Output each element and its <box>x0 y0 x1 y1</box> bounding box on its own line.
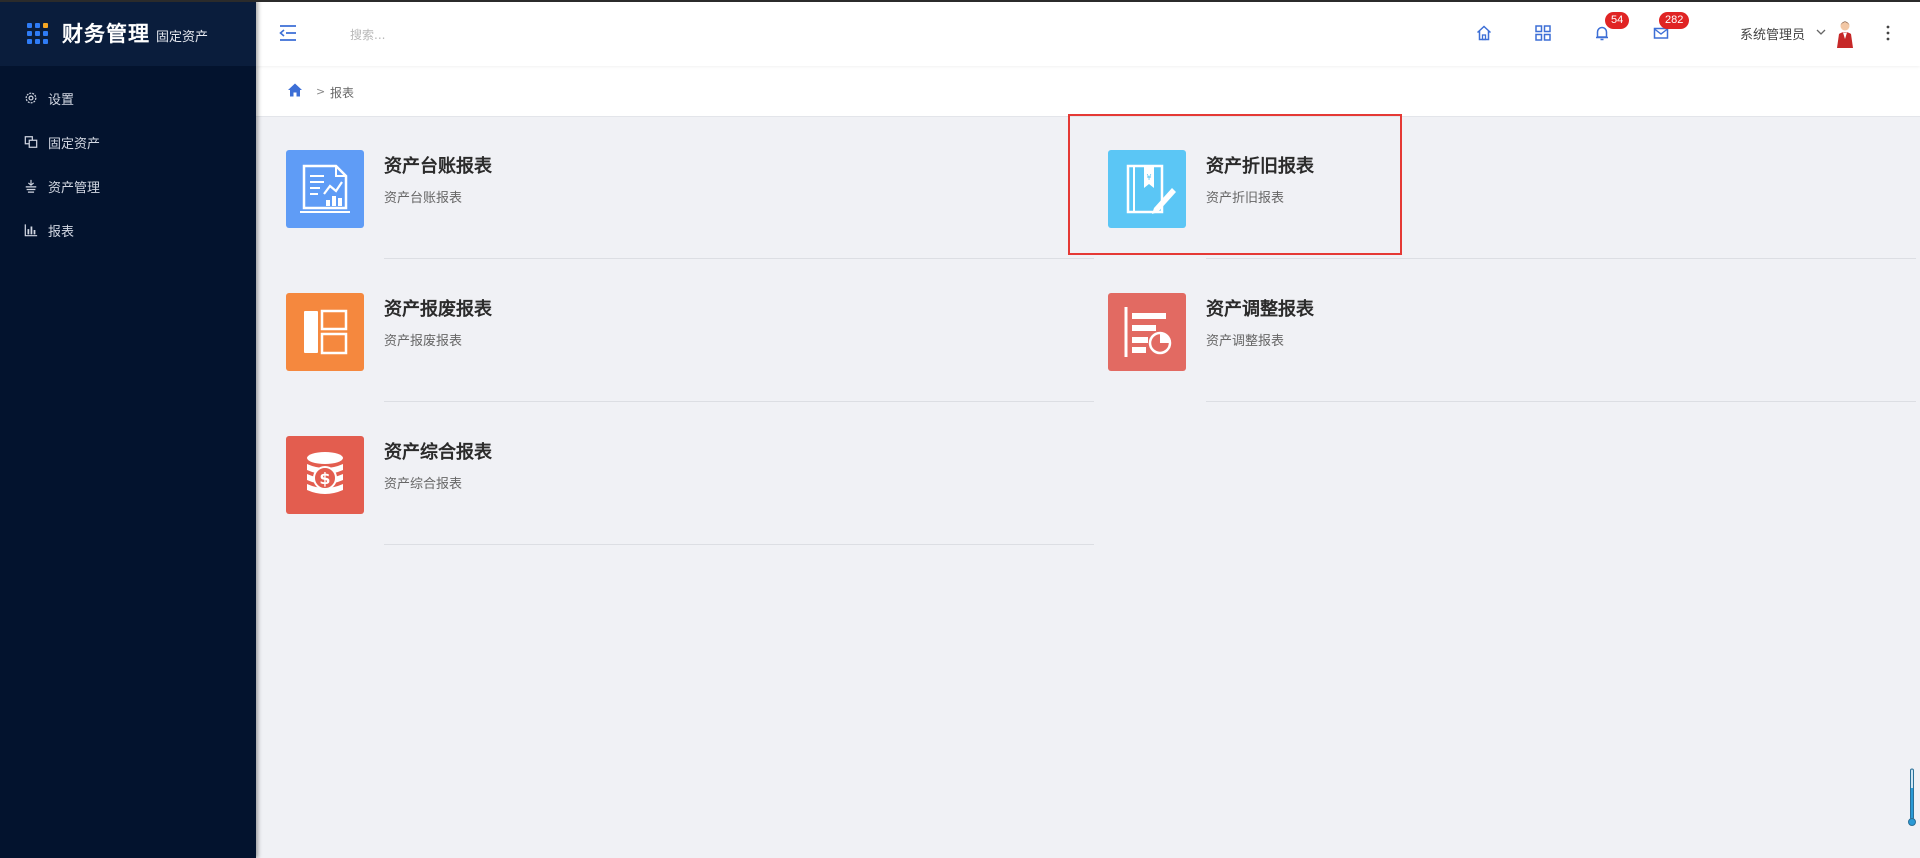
report-card-asset-comprehensive[interactable]: $ 资产综合报表 资产综合报表 <box>286 402 1094 545</box>
book-pen-icon: ¥ <box>1126 164 1176 214</box>
sidebar-item-asset-management[interactable]: 资产管理 <box>0 164 256 208</box>
bar-chart-icon <box>24 224 38 237</box>
app-subtitle: 固定资产 <box>156 29 209 45</box>
breadcrumb: > 报表 <box>256 66 1920 117</box>
report-title: 资产调整报表 <box>1206 299 1314 320</box>
sidebar-item-fixed-assets[interactable]: 固定资产 <box>0 120 256 164</box>
avatar[interactable] <box>1834 19 1856 49</box>
sidebar: 财务管理 固定资产 设置 固定资产 资产管理 报表 <box>0 0 256 858</box>
apps-grid-icon[interactable] <box>1534 24 1552 42</box>
app-title: 财务管理 <box>62 22 150 46</box>
report-icon-tile <box>286 293 364 371</box>
thermometer-icon <box>1908 768 1916 826</box>
messages-badge: 282 <box>1659 12 1690 29</box>
divider <box>1206 401 1916 402</box>
stack-icon <box>25 179 37 193</box>
sidebar-item-label: 设置 <box>48 92 75 108</box>
sidebar-item-label: 固定资产 <box>48 136 101 152</box>
menu-collapse-icon[interactable] <box>278 24 298 42</box>
assets-icon <box>24 136 38 148</box>
gear-icon <box>25 92 37 104</box>
user-menu[interactable]: 系统管理员 <box>1740 24 1805 43</box>
report-card-asset-adjustment[interactable]: 资产调整报表 资产调整报表 <box>1108 259 1916 402</box>
coin-stack-icon: $ <box>307 452 343 494</box>
divider <box>384 544 1094 545</box>
sidebar-item-reports[interactable]: 报表 <box>0 208 256 252</box>
breadcrumb-separator: > <box>316 85 326 98</box>
top-header: 54 282 系统管理员 <box>256 2 1920 66</box>
sidebar-item-label: 报表 <box>48 224 75 240</box>
top-edge-line <box>0 0 1920 2</box>
layout-panels-icon <box>304 309 348 355</box>
list-pie-icon <box>1124 307 1172 357</box>
brand[interactable]: 财务管理 固定资产 <box>0 0 256 66</box>
report-description: 资产折旧报表 <box>1206 191 1285 206</box>
grid-dots-icon <box>27 22 48 44</box>
report-title: 资产台账报表 <box>384 156 492 177</box>
report-description: 资产综合报表 <box>384 477 463 492</box>
chevron-down-icon[interactable] <box>1816 28 1826 36</box>
notifications-badge: 54 <box>1605 12 1630 29</box>
report-icon-tile <box>286 150 364 228</box>
home-icon[interactable] <box>1475 24 1493 42</box>
report-icon-tile <box>1108 293 1186 371</box>
home-icon[interactable] <box>287 82 303 98</box>
report-description: 资产报废报表 <box>384 334 463 349</box>
report-icon-tile: ¥ <box>1108 150 1186 228</box>
search-input[interactable] <box>348 22 652 48</box>
report-card-asset-depreciation[interactable]: ¥ 资产折旧报表 资产折旧报表 <box>1108 116 1916 259</box>
report-card-asset-scrap[interactable]: 资产报废报表 资产报废报表 <box>286 259 1094 402</box>
sidebar-item-label: 资产管理 <box>48 180 101 196</box>
breadcrumb-current: 报表 <box>330 86 355 100</box>
report-title: 资产折旧报表 <box>1206 156 1314 177</box>
svg-text:¥: ¥ <box>1146 173 1151 182</box>
ledger-chart-icon <box>300 164 350 213</box>
more-vertical-icon[interactable] <box>1882 24 1894 42</box>
sidebar-nav: 设置 固定资产 资产管理 报表 <box>0 76 256 252</box>
report-card-asset-ledger[interactable]: 资产台账报表 资产台账报表 <box>286 116 1094 259</box>
report-description: 资产台账报表 <box>384 191 463 206</box>
report-title: 资产综合报表 <box>384 442 492 463</box>
report-title: 资产报废报表 <box>384 299 492 320</box>
sidebar-item-settings[interactable]: 设置 <box>0 76 256 120</box>
report-icon-tile: $ <box>286 436 364 514</box>
report-description: 资产调整报表 <box>1206 334 1285 349</box>
svg-text:$: $ <box>319 469 330 488</box>
